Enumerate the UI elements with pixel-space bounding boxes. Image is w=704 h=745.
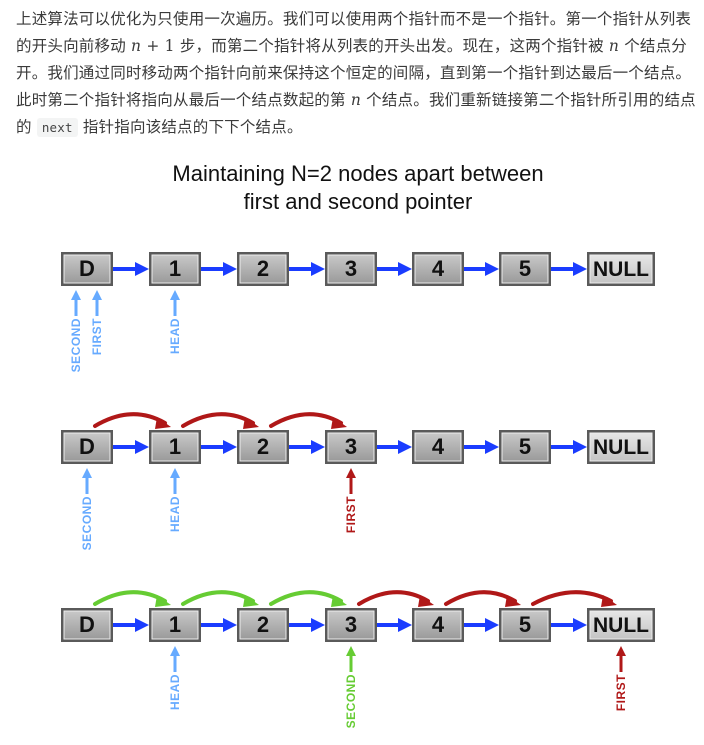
list-node-label: D	[79, 434, 95, 459]
first-pointer-label: FIRST	[614, 674, 628, 711]
description-paragraph: 上述算法可以优化为只使用一次遍历。我们可以使用两个指针而不是一个指针。第一个指针…	[16, 6, 696, 141]
first-move-arc	[531, 590, 613, 606]
list-node-label: 1	[169, 434, 181, 459]
list-node-label: D	[79, 612, 95, 637]
null-node-label: NULL	[593, 614, 649, 637]
second-pointer-label: SECOND	[69, 318, 83, 372]
list-node-label: 5	[519, 434, 531, 459]
head-pointer-label: HEAD	[168, 674, 182, 710]
list-node-label: 4	[432, 256, 445, 281]
next-link-arrowhead	[135, 440, 149, 454]
list-node-label: 3	[345, 612, 357, 637]
null-node-label: NULL	[593, 258, 649, 281]
first-pointer-label: FIRST	[344, 496, 358, 533]
second-pointer-arrowhead	[346, 646, 356, 656]
math-n: n	[350, 91, 362, 109]
para-text-2: 步，而第二个指针将从列表的开头出发。现在，这两个指针被	[174, 37, 609, 55]
null-node-label: NULL	[593, 436, 649, 459]
next-link-arrowhead	[311, 618, 325, 632]
next-link-arrowhead	[223, 618, 237, 632]
next-link-arrowhead	[573, 440, 587, 454]
second-move-arc-head	[243, 595, 259, 607]
next-link-arrowhead	[311, 262, 325, 276]
head-pointer-arrowhead	[170, 468, 180, 478]
first-move-arc	[269, 412, 343, 428]
next-link-arrowhead	[485, 618, 499, 632]
next-link-arrowhead	[223, 440, 237, 454]
second-move-arc-head	[155, 595, 171, 607]
next-link-arrowhead	[573, 262, 587, 276]
second-pointer-arrowhead	[71, 290, 81, 300]
diagram-canvas: Maintaining N=2 nodes apart between firs…	[61, 161, 655, 728]
second-pointer-label: SECOND	[80, 496, 94, 550]
inline-code-next: next	[36, 118, 78, 137]
figure-title-line-2: first and second pointer	[244, 189, 473, 214]
first-move-arc-head	[331, 417, 347, 429]
first-pointer-arrowhead	[92, 290, 102, 300]
second-move-arc	[181, 590, 255, 606]
first-move-arc	[93, 412, 167, 428]
next-link-arrowhead	[223, 262, 237, 276]
first-pointer-label: FIRST	[90, 318, 104, 355]
list-node-label: 5	[519, 612, 531, 637]
head-pointer-label: HEAD	[168, 318, 182, 354]
list-node-label: 2	[257, 612, 269, 637]
math-n: n	[131, 37, 142, 55]
figure-title-line-1: Maintaining N=2 nodes apart between	[172, 161, 543, 186]
head-pointer-arrowhead	[170, 646, 180, 656]
math-n: n	[608, 37, 620, 55]
second-pointer-label: SECOND	[344, 674, 358, 728]
list-node-label: 5	[519, 256, 531, 281]
list-node-label: 4	[432, 612, 445, 637]
list-node-label: 2	[257, 434, 269, 459]
next-link-arrowhead	[311, 440, 325, 454]
next-link-arrowhead	[573, 618, 587, 632]
next-link-arrowhead	[398, 440, 412, 454]
first-pointer-arrowhead	[346, 468, 356, 478]
head-pointer-label: HEAD	[168, 496, 182, 532]
list-node-label: 1	[169, 256, 181, 281]
pointer-diagram: Maintaining N=2 nodes apart between firs…	[20, 152, 688, 742]
first-pointer-arrowhead	[616, 646, 626, 656]
list-node-label: 3	[345, 256, 357, 281]
second-move-arc	[269, 590, 343, 606]
first-move-arc	[181, 412, 255, 428]
list-node-label: D	[79, 256, 95, 281]
math-plus-one: + 1	[141, 37, 175, 55]
first-move-arc-head	[505, 595, 521, 607]
list-node-label: 2	[257, 256, 269, 281]
next-link-arrowhead	[135, 618, 149, 632]
first-move-arc	[444, 590, 517, 606]
next-link-arrowhead	[398, 618, 412, 632]
first-move-arc-head	[418, 595, 434, 607]
first-move-arc-head	[243, 417, 259, 429]
head-pointer-arrowhead	[170, 290, 180, 300]
first-move-arc-head	[155, 417, 171, 429]
first-move-arc-head	[601, 595, 617, 607]
list-node-label: 3	[345, 434, 357, 459]
next-link-arrowhead	[135, 262, 149, 276]
list-node-label: 4	[432, 434, 445, 459]
next-link-arrowhead	[398, 262, 412, 276]
para-text-5: 指针指向该结点的下下个结点。	[77, 118, 303, 136]
next-link-arrowhead	[485, 440, 499, 454]
second-pointer-arrowhead	[82, 468, 92, 478]
second-move-arc	[93, 590, 167, 606]
second-move-arc-head	[331, 595, 347, 607]
next-link-arrowhead	[485, 262, 499, 276]
list-node-label: 1	[169, 612, 181, 637]
first-move-arc	[357, 590, 430, 606]
